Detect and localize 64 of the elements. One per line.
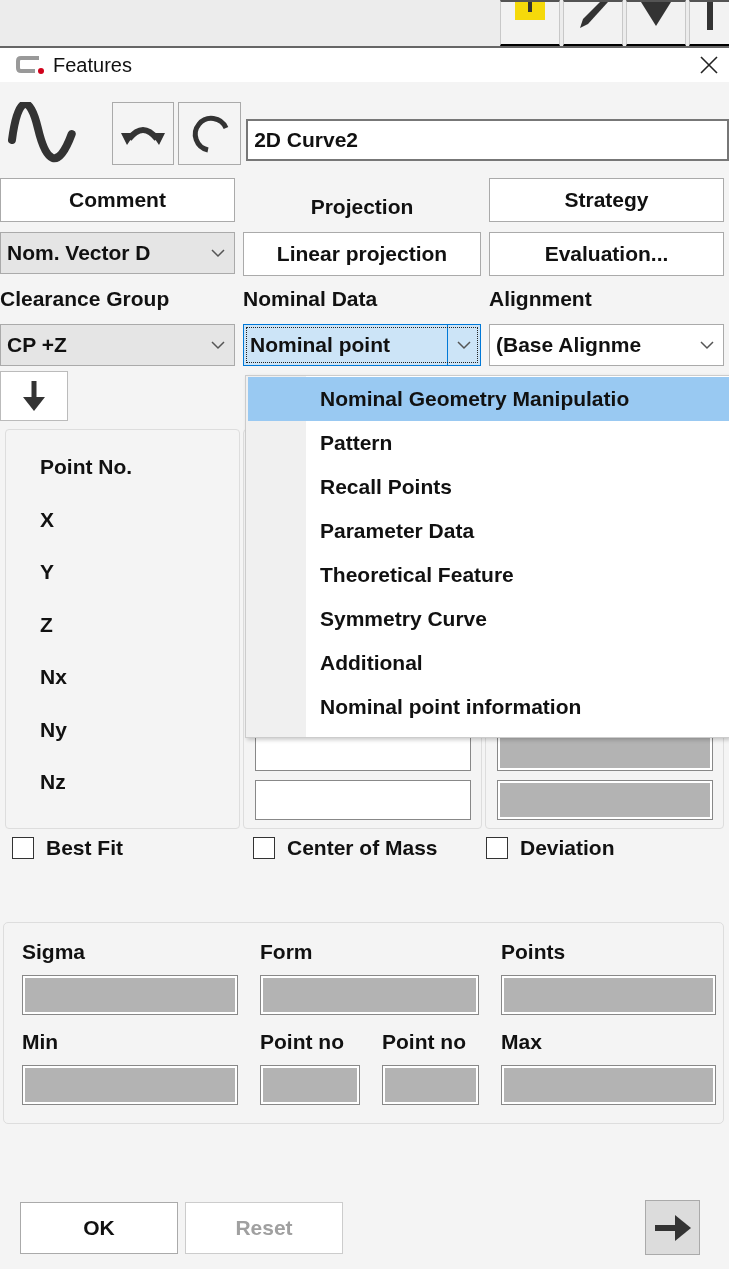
coordinate-label: Nx — [40, 664, 68, 690]
stat-label: Point no — [382, 1029, 467, 1055]
undo-button[interactable] — [111, 102, 175, 165]
toolbar-button[interactable] — [563, 0, 623, 46]
action-button[interactable]: Strategy — [489, 178, 724, 222]
pen-icon — [578, 2, 608, 28]
input-field[interactable] — [255, 780, 471, 820]
menu-item[interactable]: Pattern — [248, 421, 729, 465]
stat-label: Min — [22, 1029, 60, 1055]
section-label: Projection — [309, 194, 415, 220]
bar-icon — [706, 2, 713, 30]
down-arrow-icon — [641, 2, 671, 26]
stat-label: Point no — [260, 1029, 345, 1055]
chevron-icon — [211, 340, 225, 350]
menu-item[interactable]: Theoretical Feature — [248, 553, 729, 597]
menu-item[interactable]: Nominal Geometry Manipulatio — [248, 377, 729, 421]
stat-label: Sigma — [22, 939, 87, 965]
field-label: Clearance Group — [0, 287, 171, 311]
toolbar-button[interactable] — [500, 0, 560, 46]
name-field[interactable]: 2D Curve2 — [246, 118, 729, 161]
dropdown-field[interactable]: Nominal point — [243, 324, 481, 366]
right-arrow-icon — [654, 1214, 691, 1241]
down-button[interactable] — [0, 371, 68, 421]
stat-label: Max — [501, 1029, 543, 1055]
app-icon — [15, 55, 45, 75]
next-button[interactable] — [645, 1200, 700, 1255]
toolbar-button[interactable] — [689, 0, 729, 46]
coordinate-label: Point No. — [40, 454, 134, 480]
field-label: Alignment — [489, 287, 593, 311]
stat-label: Points — [501, 939, 567, 965]
action-button[interactable]: Evaluation... — [489, 232, 724, 276]
dialog-button[interactable]: OK — [20, 1201, 178, 1254]
coordinate-label: Nz — [40, 769, 67, 795]
action-button[interactable]: Comment — [0, 178, 235, 222]
window-title: Features — [53, 53, 133, 77]
dropdown-field[interactable]: Nom. Vector D — [0, 232, 235, 274]
field-label: Nominal Data — [243, 287, 379, 311]
checkbox-label: Best Fit — [46, 836, 123, 860]
checkbox[interactable] — [486, 837, 508, 859]
menu-item[interactable]: Recall Points — [248, 465, 729, 509]
checkbox-label: Deviation — [520, 836, 615, 860]
menu-item[interactable]: Additional — [248, 641, 729, 685]
menu-item[interactable]: Parameter Data — [248, 509, 729, 553]
coordinate-label: X — [40, 506, 55, 533]
coordinate-label: Z — [40, 611, 54, 638]
dropdown-field[interactable]: (Base Alignme — [489, 324, 724, 366]
close-icon[interactable] — [699, 55, 719, 75]
arc-button[interactable] — [178, 102, 242, 165]
down-arrow-icon — [22, 381, 46, 411]
action-button[interactable]: Linear projection — [243, 232, 481, 276]
square-icon — [515, 2, 545, 20]
menu-item[interactable]: Symmetry Curve — [248, 597, 729, 641]
checkbox[interactable] — [12, 837, 34, 859]
stat-label: Form — [260, 939, 314, 965]
menu-item[interactable]: Nominal point information — [248, 685, 729, 729]
toolbar-button[interactable] — [626, 0, 686, 46]
coordinate-label: Ny — [40, 716, 68, 743]
chevron-icon — [457, 340, 471, 350]
checkbox[interactable] — [253, 837, 275, 859]
chevron-icon — [700, 340, 714, 350]
dropdown-field[interactable]: CP +Z — [0, 324, 235, 366]
checkbox-label: Center of Mass — [287, 836, 438, 860]
coordinate-label: Y — [40, 559, 55, 585]
chevron-icon — [211, 248, 225, 258]
